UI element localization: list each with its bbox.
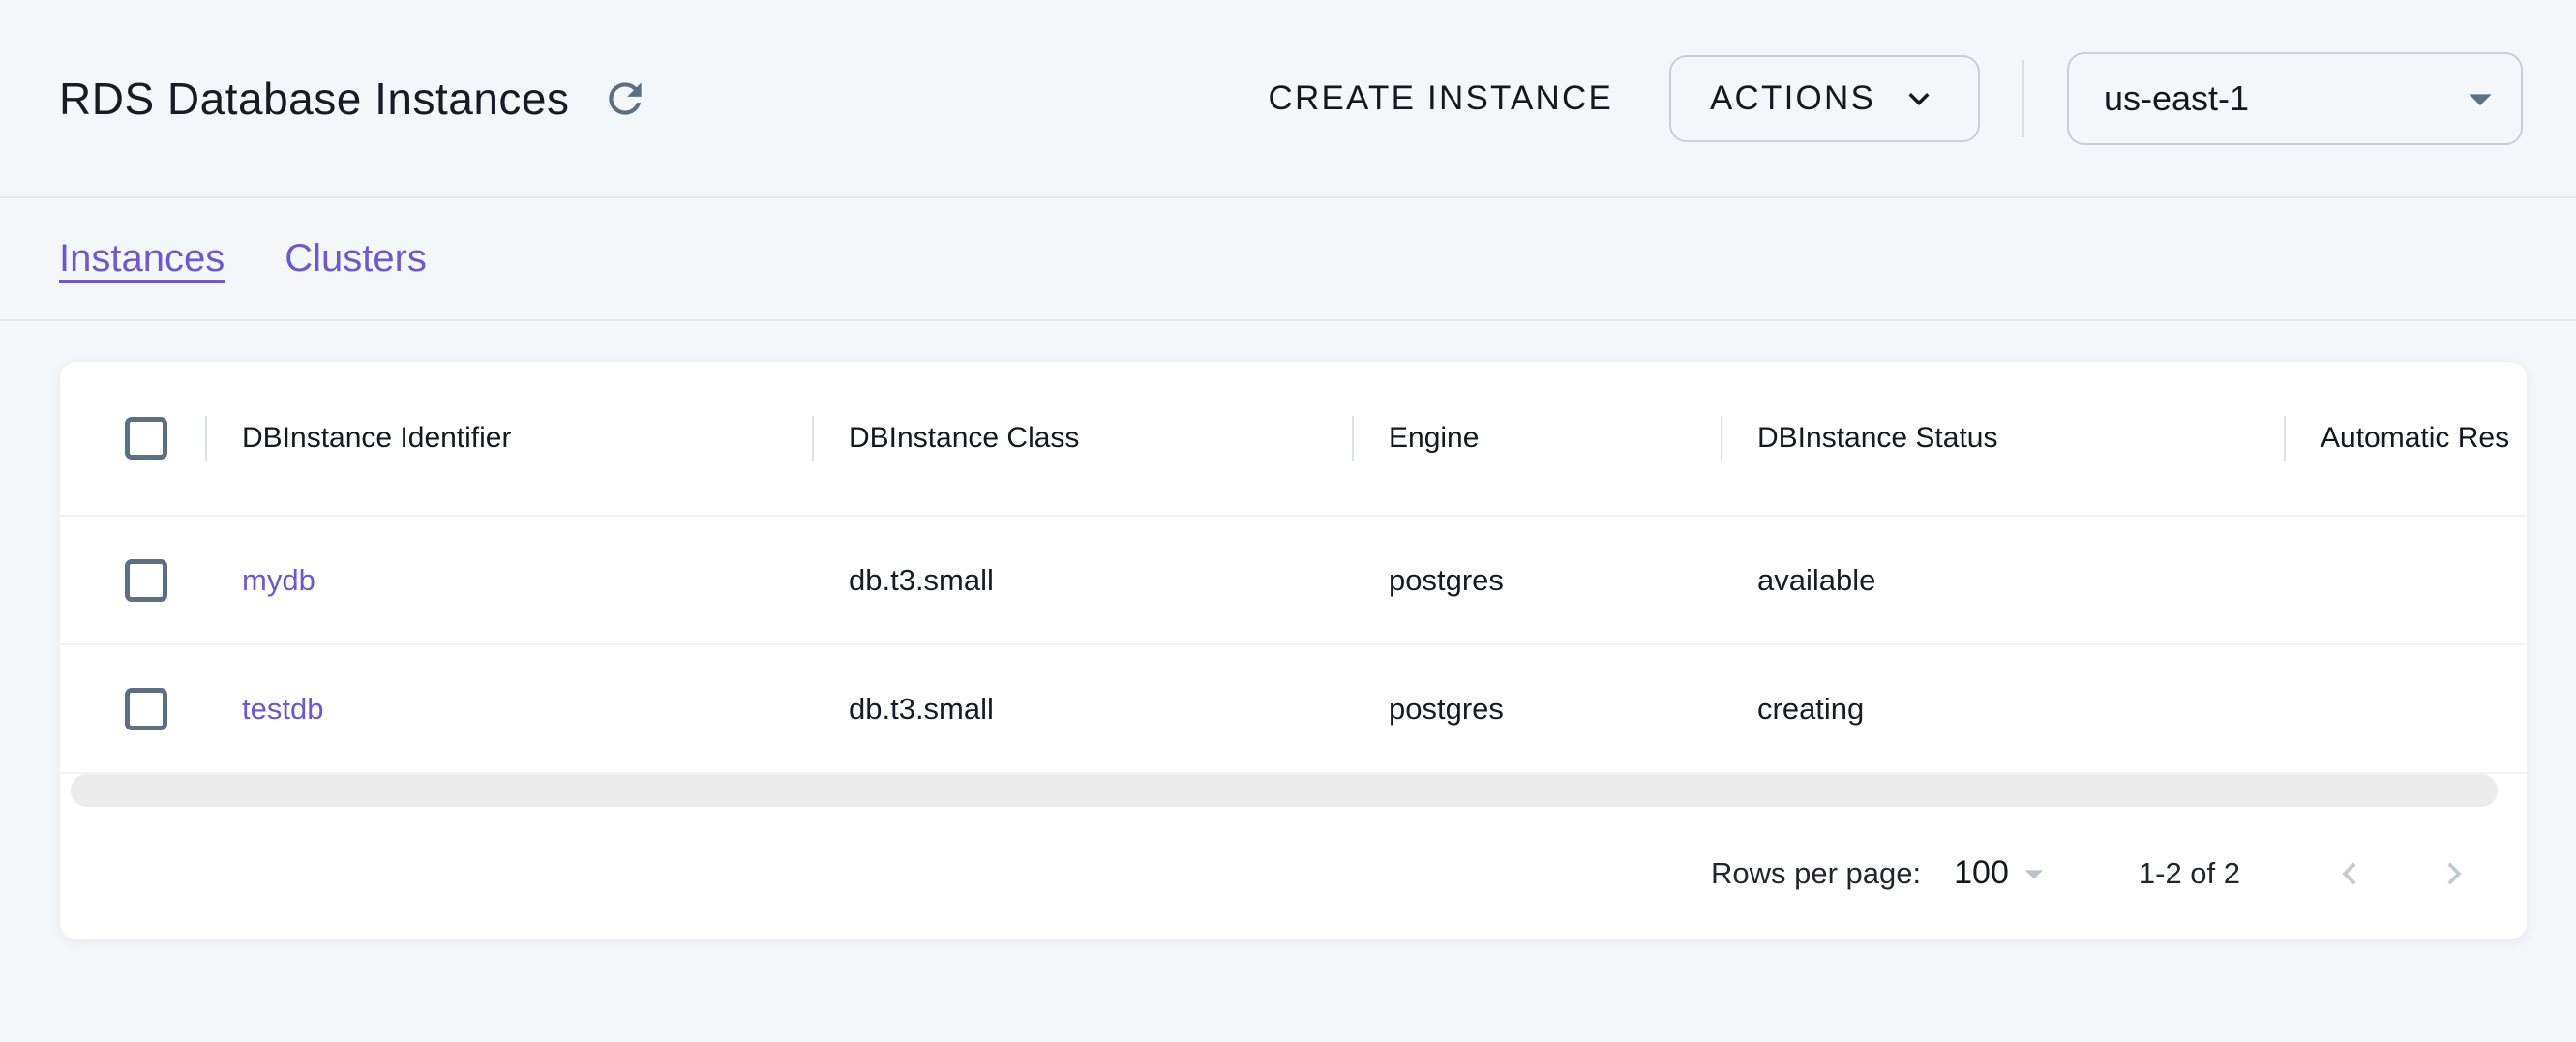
row-select-cell bbox=[60, 517, 205, 643]
chevron-left-icon bbox=[2327, 851, 2372, 896]
column-separator bbox=[2284, 416, 2286, 461]
column-header-class: DBInstance Class bbox=[812, 362, 1352, 515]
region-select[interactable]: us-east-1 bbox=[2067, 52, 2523, 145]
app-root: RDS Database Instances CREATE INSTANCE A… bbox=[0, 0, 2576, 1042]
rows-per-page-label: Rows per page: bbox=[1711, 856, 1921, 891]
table-row: mydb db.t3.small postgres available bbox=[60, 517, 2527, 645]
horizontal-scrollbar[interactable] bbox=[71, 774, 2498, 807]
column-separator bbox=[812, 416, 814, 461]
cell-engine: postgres bbox=[1352, 645, 1721, 772]
row-checkbox[interactable] bbox=[125, 688, 167, 730]
rows-per-page-value: 100 bbox=[1954, 854, 2009, 892]
row-checkbox[interactable] bbox=[125, 559, 167, 602]
actions-label: ACTIONS bbox=[1710, 79, 1875, 118]
column-header-label: DBInstance Identifier bbox=[242, 422, 511, 455]
table-header-row: DBInstance Identifier DBInstance Class E… bbox=[60, 362, 2527, 517]
cell-identifier: testdb bbox=[205, 645, 812, 772]
column-separator bbox=[1352, 416, 1354, 461]
pagination-bar: Rows per page: 100 1-2 of 2 bbox=[60, 807, 2527, 939]
column-header-label: Engine bbox=[1389, 422, 1479, 455]
cell-status: available bbox=[1721, 517, 2284, 643]
column-header-label: Automatic Res bbox=[2321, 422, 2509, 455]
cell-class: db.t3.small bbox=[812, 645, 1352, 772]
column-header-automatic-restart: Automatic Res bbox=[2284, 362, 2527, 515]
cell-automatic-restart bbox=[2284, 517, 2527, 643]
page-header: RDS Database Instances CREATE INSTANCE A… bbox=[0, 0, 2576, 198]
select-all-checkbox[interactable] bbox=[125, 417, 167, 460]
cell-status: creating bbox=[1721, 645, 2284, 772]
chevron-right-icon bbox=[2432, 851, 2476, 896]
tab-clusters[interactable]: Clusters bbox=[285, 237, 427, 281]
select-all-cell bbox=[60, 362, 205, 515]
refresh-icon bbox=[601, 74, 649, 123]
create-instance-button[interactable]: CREATE INSTANCE bbox=[1269, 79, 1613, 118]
column-header-identifier: DBInstance Identifier bbox=[205, 362, 812, 515]
previous-page-button[interactable] bbox=[2327, 851, 2372, 896]
toolbar-actions: CREATE INSTANCE ACTIONS us-east-1 bbox=[1269, 52, 2523, 145]
next-page-button[interactable] bbox=[2432, 851, 2476, 896]
dropdown-caret-icon bbox=[2453, 72, 2507, 126]
cell-class: db.t3.small bbox=[812, 517, 1352, 643]
chevron-down-icon bbox=[1899, 78, 1939, 119]
cell-automatic-restart bbox=[2284, 645, 2527, 772]
dropdown-caret-icon bbox=[2013, 852, 2055, 895]
cell-identifier: mydb bbox=[205, 517, 812, 643]
row-select-cell bbox=[60, 645, 205, 772]
column-separator bbox=[1721, 416, 1722, 461]
tab-bar: Instances Clusters bbox=[0, 198, 2576, 321]
page-title: RDS Database Instances bbox=[59, 73, 570, 125]
column-header-status: DBInstance Status bbox=[1721, 362, 2284, 515]
instance-link[interactable]: mydb bbox=[242, 563, 315, 598]
pagination-range: 1-2 of 2 bbox=[2139, 856, 2240, 891]
tab-instances[interactable]: Instances bbox=[59, 237, 225, 281]
instances-table-card: DBInstance Identifier DBInstance Class E… bbox=[59, 361, 2528, 940]
table-row: testdb db.t3.small postgres creating bbox=[60, 645, 2527, 774]
rows-per-page-select[interactable]: 100 bbox=[1954, 852, 2055, 895]
cell-engine: postgres bbox=[1352, 517, 1721, 643]
column-header-label: DBInstance Class bbox=[849, 422, 1079, 455]
actions-dropdown-button[interactable]: ACTIONS bbox=[1669, 55, 1980, 142]
column-header-engine: Engine bbox=[1352, 362, 1721, 515]
refresh-button[interactable] bbox=[597, 71, 653, 127]
main-content: DBInstance Identifier DBInstance Class E… bbox=[0, 321, 2576, 940]
column-separator bbox=[205, 416, 207, 461]
region-value: us-east-1 bbox=[2104, 78, 2249, 119]
toolbar-divider bbox=[2022, 60, 2024, 137]
title-area: RDS Database Instances bbox=[59, 71, 653, 127]
instance-link[interactable]: testdb bbox=[242, 692, 323, 727]
column-header-label: DBInstance Status bbox=[1757, 422, 1997, 455]
